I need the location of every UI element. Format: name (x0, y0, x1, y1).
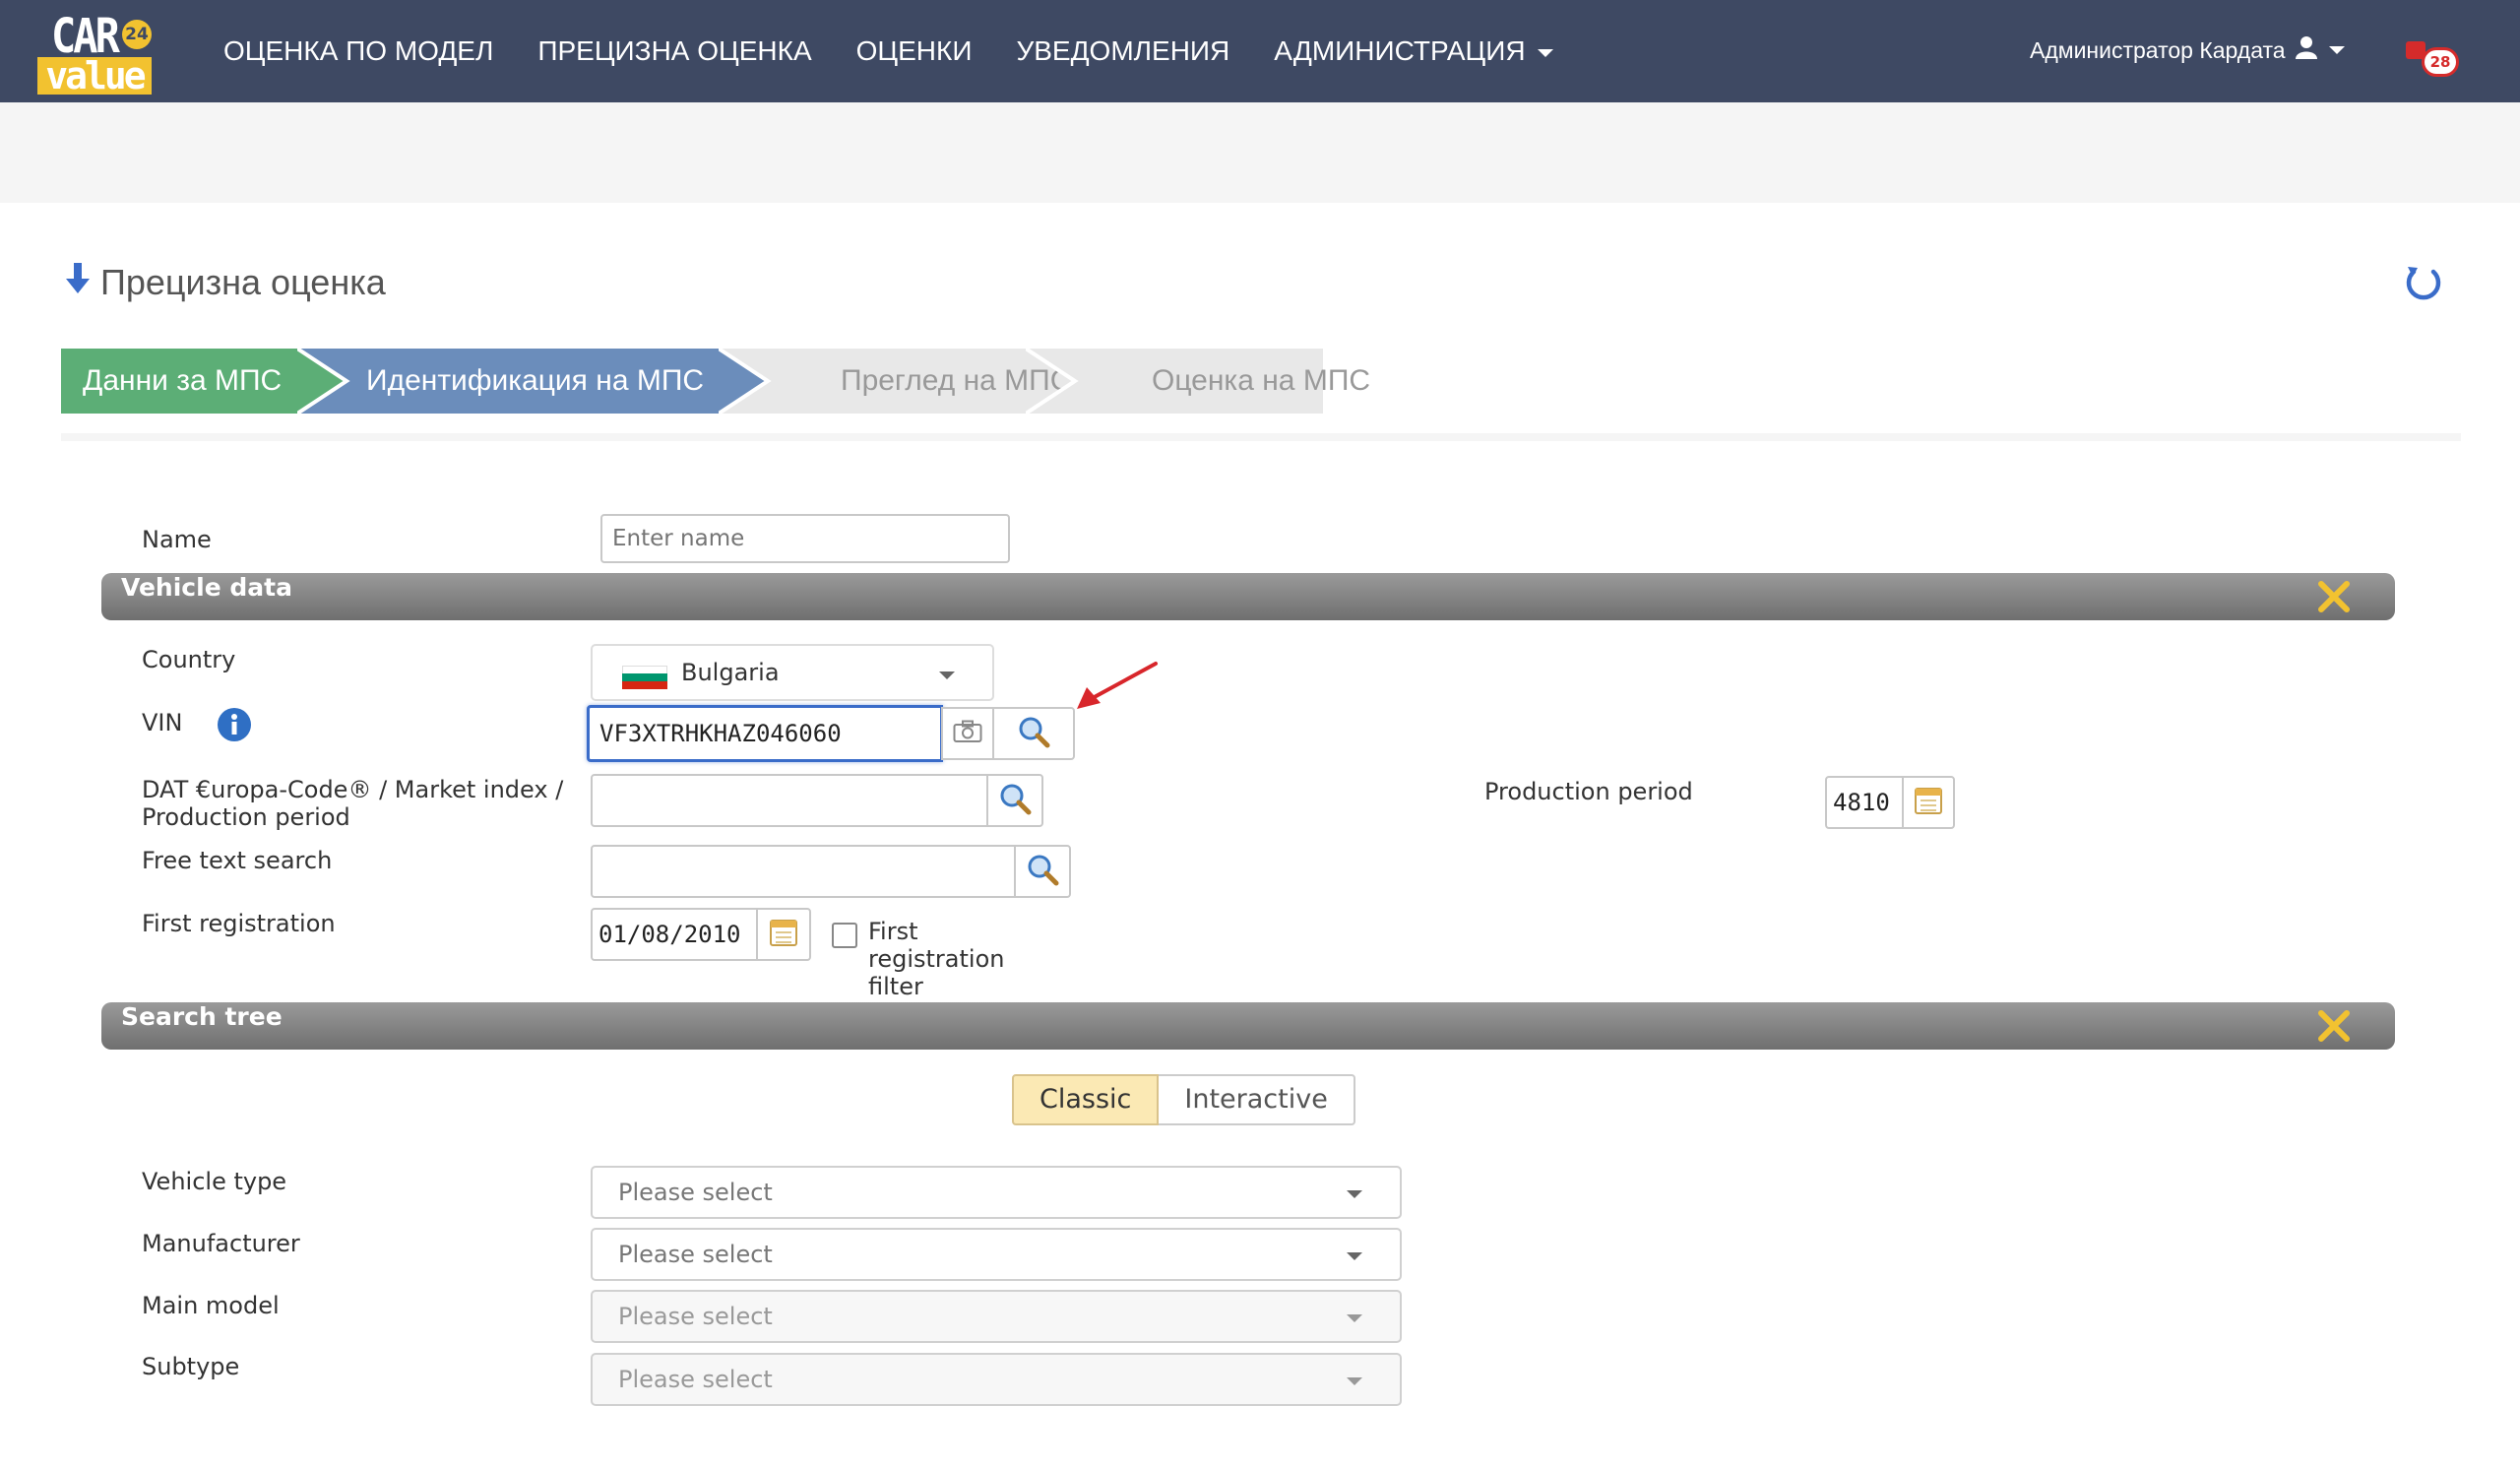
step-vehicle-data-label: Данни за МПС (83, 364, 283, 397)
filter-label-line2: registration (868, 945, 1005, 973)
notifications-bell[interactable]: 28 (2406, 37, 2469, 83)
dat-code-search-button[interactable] (986, 774, 1043, 827)
production-period-label: Production period (1484, 778, 1693, 805)
manufacturer-label: Manufacturer (142, 1230, 300, 1257)
main-nav: ОЦЕНКА ПО МОДЕЛ ПРЕЦИЗНА ОЦЕНКА ОЦЕНКИ У… (223, 0, 1598, 102)
nav-item-administration[interactable]: АДМИНИСТРАЦИЯ (1274, 35, 1553, 67)
dat-code-label-line2: Production period (142, 803, 350, 831)
vin-label: VIN (142, 709, 183, 736)
step-vehicle-identification-label: Идентификация на МПС (366, 364, 705, 397)
page-title-text: Прецизна оценка (100, 262, 386, 302)
user-menu[interactable]: Администратор Кардата (2030, 35, 2345, 65)
close-x-icon[interactable] (2316, 1008, 2352, 1044)
free-text-search-input[interactable] (591, 845, 1016, 898)
caret-down-icon (2328, 46, 2345, 54)
first-registration-filter-checkbox[interactable] (832, 923, 857, 948)
first-registration-label: First registration (142, 910, 336, 937)
logo-text-value: value (37, 57, 152, 95)
notification-count-badge: 28 (2422, 47, 2459, 77)
filter-label-line1: First (868, 918, 918, 945)
close-x-icon[interactable] (2316, 579, 2352, 614)
camera-icon (953, 720, 982, 747)
magnifier-icon (1017, 715, 1050, 752)
calendar-icon (769, 918, 798, 951)
mode-classic-button[interactable]: Classic (1012, 1074, 1160, 1125)
main-model-select[interactable]: Please select (591, 1290, 1402, 1343)
dropdown-caret-icon (1347, 1377, 1362, 1385)
refresh-icon[interactable] (2402, 262, 2445, 305)
vehicle-type-select-value: Please select (618, 1179, 773, 1206)
arrow-down-icon (65, 262, 91, 303)
vehicle-data-section-header[interactable]: Vehicle data (101, 573, 2395, 620)
user-name: Администратор Кардата (2030, 36, 2286, 63)
magnifier-icon (1026, 853, 1059, 890)
free-text-search-button[interactable] (1014, 845, 1071, 898)
production-period-input[interactable] (1825, 776, 1904, 829)
nav-item-valuations[interactable]: ОЦЕНКИ (856, 35, 973, 67)
vehicle-type-label: Vehicle type (142, 1168, 287, 1195)
dropdown-caret-icon (1347, 1314, 1362, 1322)
dat-code-input[interactable] (591, 774, 988, 827)
free-text-search-label: Free text search (142, 847, 333, 874)
step-vehicle-identification[interactable]: Идентификация на МПС (297, 349, 772, 414)
nav-item-notifications[interactable]: УВЕДОМЛЕНИЯ (1016, 35, 1229, 67)
main-model-label: Main model (142, 1292, 280, 1319)
country-select[interactable]: Bulgaria (591, 644, 994, 701)
vin-input[interactable] (587, 705, 943, 762)
caret-down-icon (1537, 48, 1553, 57)
nav-item-precise-valuation[interactable]: ПРЕЦИЗНА ОЦЕНКА (537, 35, 811, 67)
search-tree-section-header[interactable]: Search tree (101, 1002, 2395, 1050)
name-label: Name (142, 526, 212, 553)
first-registration-input[interactable] (591, 908, 758, 961)
logo-badge: 24 (122, 20, 152, 49)
subtype-select[interactable]: Please select (591, 1353, 1402, 1406)
bulgaria-flag-icon (622, 666, 667, 689)
manufacturer-select-value: Please select (618, 1241, 773, 1268)
vehicle-type-select[interactable]: Please select (591, 1166, 1402, 1219)
manufacturer-select[interactable]: Please select (591, 1228, 1402, 1281)
calendar-icon (1914, 786, 1943, 819)
vin-search-button[interactable] (992, 707, 1075, 760)
dropdown-caret-icon (1347, 1190, 1362, 1198)
step-vehicle-valuation[interactable]: Оценка на МПС (1026, 349, 1370, 414)
mode-interactive-button[interactable]: Interactive (1159, 1074, 1355, 1125)
step-vehicle-valuation-label: Оценка на МПС (1152, 364, 1371, 397)
country-select-value: Bulgaria (681, 659, 780, 686)
subtype-select-value: Please select (618, 1366, 773, 1393)
carvalue-logo[interactable]: CAR 24 value (37, 8, 154, 95)
search-mode-toggle: Classic Interactive (1012, 1074, 1355, 1125)
user-icon (2295, 35, 2317, 65)
dropdown-caret-icon (1347, 1252, 1362, 1260)
page-title: Прецизна оценка (65, 262, 386, 303)
dropdown-caret-icon (939, 671, 955, 679)
magnifier-icon (998, 782, 1032, 819)
nav-item-model-valuation[interactable]: ОЦЕНКА ПО МОДЕЛ (223, 35, 493, 67)
nav-item-administration-label: АДМИНИСТРАЦИЯ (1274, 35, 1526, 66)
first-registration-filter-label: First registration filter (868, 918, 1004, 1000)
dat-code-label-line1: DAT €uropa-Code® / Market index / (142, 776, 564, 803)
steps-divider (61, 433, 2461, 441)
annotation-arrow-icon (1073, 660, 1162, 715)
name-input[interactable] (600, 514, 1010, 563)
main-model-select-value: Please select (618, 1303, 773, 1330)
search-tree-section-title: Search tree (121, 1002, 283, 1031)
secondary-toolbar (0, 102, 2520, 203)
filter-label-line3: filter (868, 973, 923, 1000)
top-navbar: CAR 24 value ОЦЕНКА ПО МОДЕЛ ПРЕЦИЗНА ОЦ… (0, 0, 2520, 102)
production-period-calendar-button[interactable] (1902, 776, 1955, 829)
vehicle-data-section-title: Vehicle data (121, 573, 292, 602)
vin-camera-button[interactable] (941, 707, 994, 760)
dat-code-label: DAT €uropa-Code® / Market index / Product… (142, 776, 563, 831)
subtype-label: Subtype (142, 1353, 240, 1380)
first-registration-calendar-button[interactable] (756, 908, 811, 961)
info-icon[interactable] (217, 707, 252, 746)
country-label: Country (142, 646, 236, 673)
